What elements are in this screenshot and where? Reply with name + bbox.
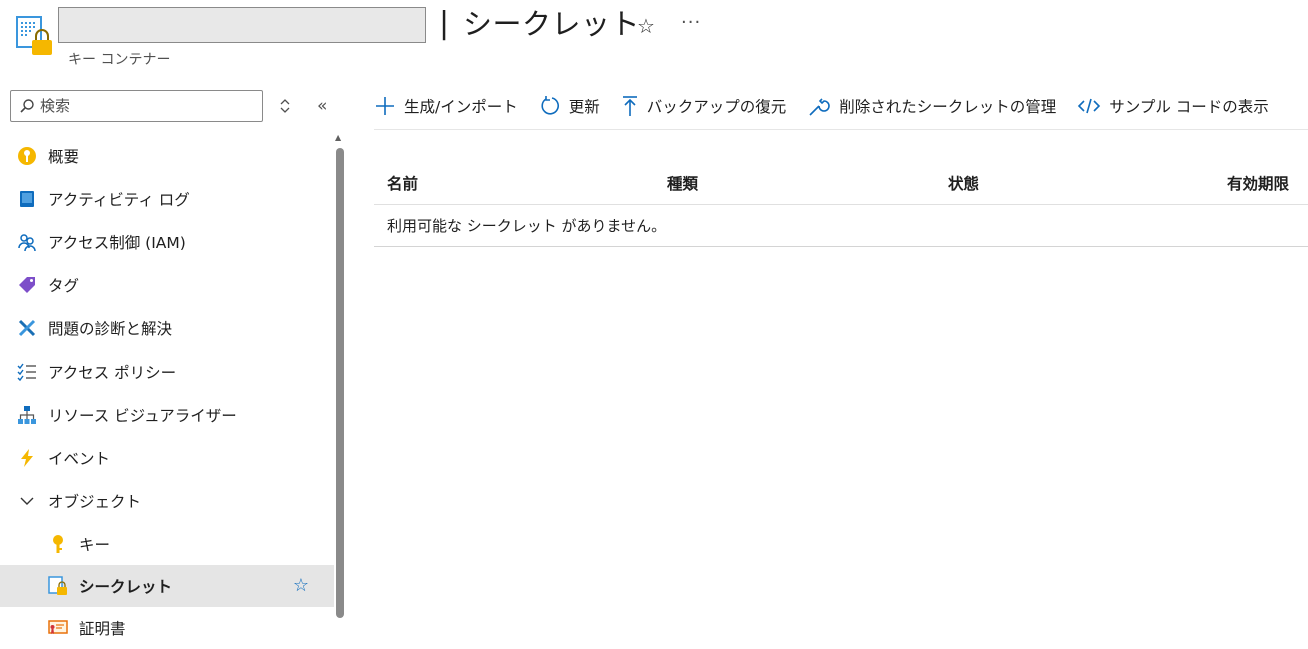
code-icon <box>1078 98 1101 114</box>
refresh-button[interactable]: 更新 <box>539 95 600 117</box>
toolbar-divider <box>374 129 1308 130</box>
manage-deleted-label: 削除されたシークレットの管理 <box>839 98 1057 116</box>
column-header-type[interactable]: 種類 <box>667 172 698 194</box>
tag-icon <box>17 275 37 295</box>
column-header-status[interactable]: 状態 <box>948 172 979 194</box>
manage-deleted-secrets-button[interactable]: 削除されたシークレットの管理 <box>807 95 1056 117</box>
sidebar-item-label: アクティビティ ログ <box>48 190 190 209</box>
sidebar-item-keys[interactable]: キー <box>0 523 334 565</box>
resource-name-redacted <box>58 7 426 43</box>
sidebar-item-certificates[interactable]: 証明書 <box>0 607 334 649</box>
secrets-table: 名前 種類 状態 有効期限 利用可能な シークレット がありません。 <box>374 160 1308 247</box>
command-bar: 生成/インポート 更新 バックアップの復元 削除されたシークレットの管理 サンプ… <box>374 88 1290 124</box>
restore-backup-label: バックアップの復元 <box>646 98 787 116</box>
resource-type-label: キー コンテナー <box>68 52 171 68</box>
wrench-icon <box>17 318 37 338</box>
favorite-star-icon[interactable]: ☆ <box>637 14 655 38</box>
hierarchy-icon <box>17 405 37 425</box>
lightning-icon <box>17 448 37 468</box>
sidebar-group-objects[interactable]: オブジェクト <box>0 480 334 523</box>
sidebar-scrollbar[interactable] <box>336 148 344 618</box>
search-input[interactable] <box>40 97 240 115</box>
secret-icon <box>48 575 68 596</box>
sidebar-item-label: アクセス ポリシー <box>48 363 177 382</box>
sidebar-item-diagnose[interactable]: 問題の診断と解決 <box>0 307 334 350</box>
refresh-icon <box>541 96 559 115</box>
sidebar-item-access-policies[interactable]: アクセス ポリシー <box>0 350 334 393</box>
empty-message-text: 利用可能な シークレット がありません。 <box>387 217 667 235</box>
sidebar-search-box[interactable] <box>10 90 263 122</box>
view-sample-code-button[interactable]: サンプル コードの表示 <box>1077 95 1269 117</box>
sidebar-item-label: アクセス制御 (IAM) <box>48 233 186 252</box>
generate-import-label: 生成/インポート <box>404 98 518 116</box>
sidebar-item-label: オブジェクト <box>48 493 142 512</box>
collapse-sidebar-icon[interactable]: « <box>317 96 327 116</box>
sort-toggle-icon[interactable] <box>278 97 292 115</box>
sidebar-item-label: 概要 <box>48 147 80 166</box>
column-header-name[interactable]: 名前 <box>387 172 418 194</box>
upload-arrow-icon <box>622 96 637 116</box>
sidebar-item-overview[interactable]: 概要 <box>0 134 334 177</box>
sidebar-nav: 概要 アクティビティ ログ アクセス制御 (IAM) タグ 問題の診断と解決 ア… <box>0 134 334 649</box>
chevron-down-icon <box>17 491 37 511</box>
sidebar-item-iam[interactable]: アクセス制御 (IAM) <box>0 220 334 263</box>
sidebar-item-activity-log[interactable]: アクティビティ ログ <box>0 177 334 220</box>
title-separator: | <box>439 6 450 41</box>
sidebar-item-label: リソース ビジュアライザー <box>48 406 237 425</box>
sidebar-item-tags[interactable]: タグ <box>0 264 334 307</box>
search-icon <box>20 99 34 113</box>
generate-import-button[interactable]: 生成/インポート <box>374 95 518 117</box>
sidebar-item-label: キー <box>79 535 111 554</box>
key-icon <box>48 534 68 554</box>
people-icon <box>17 232 37 252</box>
pin-star-icon[interactable]: ☆ <box>293 575 309 596</box>
certificate-icon <box>48 618 68 638</box>
key-circle-icon <box>17 146 37 166</box>
more-options-icon[interactable]: ··· <box>681 12 701 33</box>
sidebar-item-events[interactable]: イベント <box>0 436 334 479</box>
plus-icon <box>376 97 394 115</box>
column-header-expiration[interactable]: 有効期限 <box>1227 172 1289 194</box>
page-title: シークレット <box>463 7 641 41</box>
scroll-up-arrow[interactable]: ▲ <box>335 133 341 142</box>
sidebar-item-resource-visualizer[interactable]: リソース ビジュアライザー <box>0 393 334 436</box>
sidebar-item-label: タグ <box>48 277 80 296</box>
checklist-icon <box>17 362 37 382</box>
sidebar-item-secrets[interactable]: シークレット ☆ <box>0 564 334 607</box>
key-vault-icon <box>16 16 52 56</box>
restore-backup-button[interactable]: バックアップの復元 <box>621 95 787 117</box>
view-sample-code-label: サンプル コードの表示 <box>1109 98 1269 116</box>
wrench-icon <box>809 98 831 116</box>
table-header-row: 名前 種類 状態 有効期限 <box>374 160 1308 205</box>
log-book-icon <box>17 189 37 209</box>
refresh-label: 更新 <box>568 98 600 116</box>
sidebar-item-label: 問題の診断と解決 <box>48 320 173 339</box>
sidebar-item-label: イベント <box>48 449 111 468</box>
empty-table-message: 利用可能な シークレット がありません。 <box>374 205 1308 247</box>
sidebar-item-label: 証明書 <box>79 619 126 638</box>
sidebar-item-label: シークレット <box>79 577 173 596</box>
